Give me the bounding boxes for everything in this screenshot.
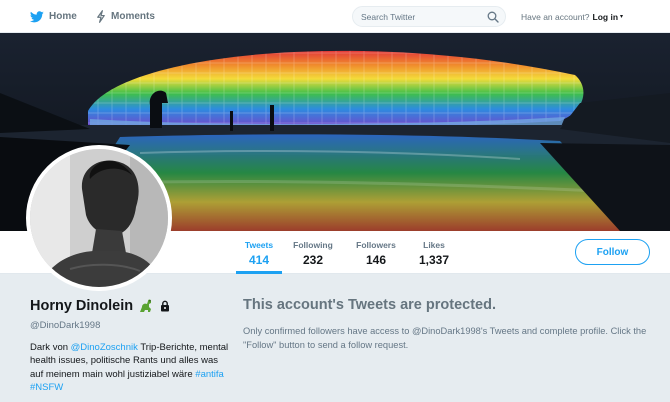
bio-text: Dark von [30, 342, 71, 353]
bio-hashtag-link[interactable]: #antifa [195, 369, 224, 380]
avatar[interactable] [26, 145, 172, 291]
account-prompt: Have an account? [521, 11, 590, 22]
stat-value: 232 [302, 253, 324, 267]
nav-moments-label: Moments [111, 11, 155, 22]
login-link[interactable]: Log in [593, 12, 619, 22]
chevron-down-icon[interactable]: ▾ [620, 13, 623, 20]
twitter-bird-icon [30, 10, 44, 22]
stat-label: Likes [423, 240, 445, 250]
stat-label: Followers [356, 240, 396, 250]
login-area: Have an account? Log in ▾ [521, 0, 623, 33]
active-tab-indicator [236, 271, 282, 274]
stat-tweets[interactable]: Tweets 414 [236, 231, 282, 274]
bio-mention-link[interactable]: @DinoZoschnik [71, 342, 138, 353]
stat-value: 1,337 [418, 253, 450, 267]
protected-title: This account's Tweets are protected. [243, 297, 496, 313]
search-input[interactable]: Search Twitter [352, 6, 506, 27]
follow-button[interactable]: Follow [575, 239, 650, 265]
lightning-icon [97, 10, 105, 23]
search-placeholder: Search Twitter [361, 11, 416, 22]
stat-following[interactable]: Following 232 [290, 231, 336, 274]
top-nav: Home Moments Search Twitter Have an acco… [0, 0, 670, 33]
profile-name-text: Horny Dinolein [30, 298, 134, 314]
stat-value: 146 [365, 253, 387, 267]
profile-bio: Dark von @DinoZoschnik Trip-Berichte, me… [30, 341, 230, 394]
stat-likes[interactable]: Likes 1,337 [415, 231, 453, 274]
nav-home[interactable]: Home [30, 0, 77, 33]
profile-handle: @DinoDark1998 [30, 320, 101, 331]
search-icon[interactable] [487, 11, 499, 23]
stat-value: 414 [248, 253, 270, 267]
bio-hashtag-link[interactable]: #NSFW [30, 382, 63, 393]
profile-name: Horny Dinolein [30, 298, 171, 314]
stat-label: Tweets [244, 240, 274, 250]
nav-moments[interactable]: Moments [96, 0, 155, 33]
lock-icon [161, 300, 170, 312]
stat-label: Following [293, 240, 333, 250]
protected-description: Only confirmed followers have access to … [243, 326, 647, 350]
stat-followers[interactable]: Followers 146 [351, 231, 401, 274]
nav-home-label: Home [49, 11, 77, 22]
dinosaur-icon [140, 299, 152, 312]
